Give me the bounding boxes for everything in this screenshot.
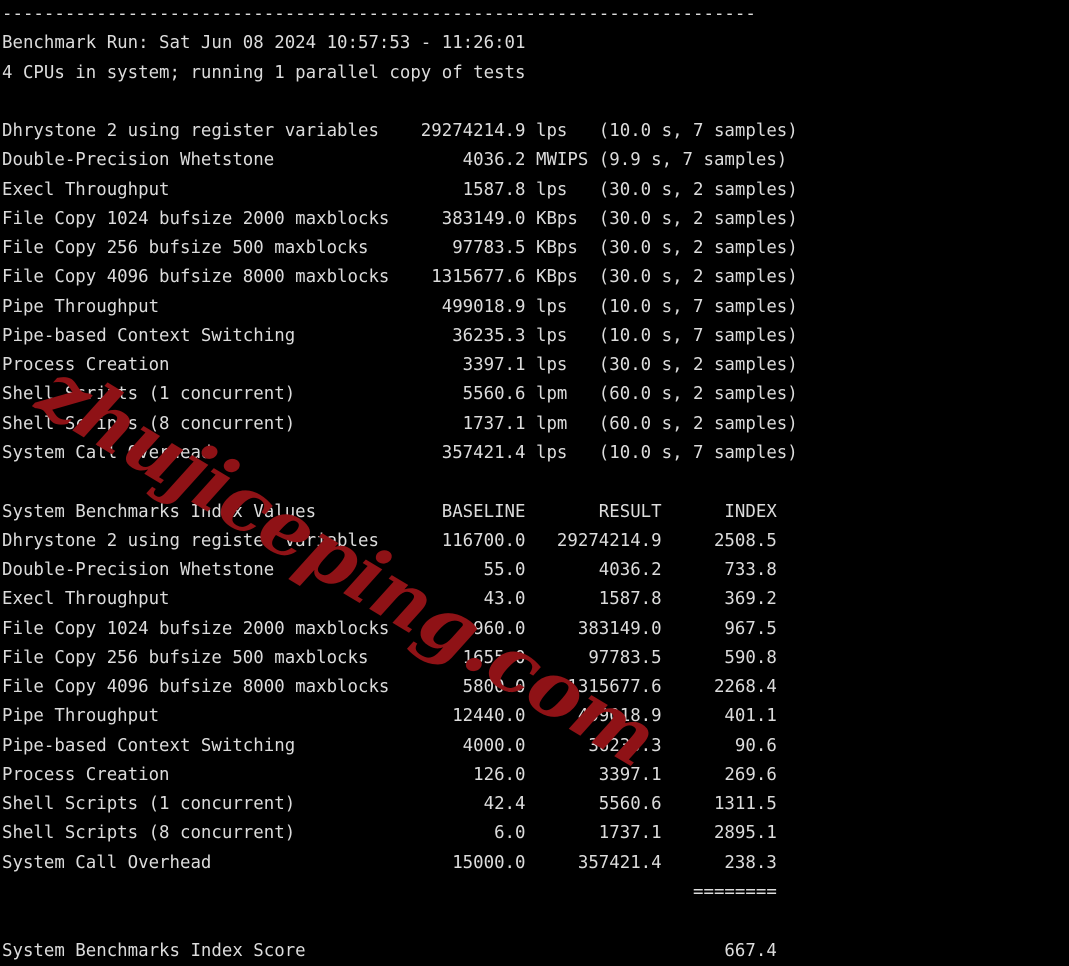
- index-table-row: Shell Scripts (1 concurrent) 42.4 5560.6…: [2, 794, 777, 815]
- index-rule-line: ========: [2, 881, 777, 902]
- index-table-row: Execl Throughput 43.0 1587.8 369.2: [2, 589, 777, 610]
- benchmark-run-line: Benchmark Run: Sat Jun 08 2024 10:57:53 …: [2, 33, 526, 54]
- raw-result-line: Pipe Throughput 499018.9 lps (10.0 s, 7 …: [2, 296, 798, 317]
- index-table-row: Dhrystone 2 using register variables 116…: [2, 530, 777, 551]
- index-table-row: File Copy 256 bufsize 500 maxblocks 1655…: [2, 647, 777, 668]
- raw-result-line: File Copy 4096 bufsize 8000 maxblocks 13…: [2, 267, 798, 288]
- raw-result-line: Process Creation 3397.1 lps (30.0 s, 2 s…: [2, 355, 798, 376]
- raw-result-line: System Call Overhead 357421.4 lps (10.0 …: [2, 442, 798, 463]
- raw-result-line: Shell Scripts (8 concurrent) 1737.1 lpm …: [2, 413, 798, 434]
- raw-result-line: Execl Throughput 1587.8 lps (30.0 s, 2 s…: [2, 179, 798, 200]
- raw-result-line: File Copy 256 bufsize 500 maxblocks 9778…: [2, 238, 798, 259]
- raw-result-line: Dhrystone 2 using register variables 292…: [2, 121, 798, 142]
- index-table-header: System Benchmarks Index Values BASELINE …: [2, 501, 777, 522]
- index-table-row: Process Creation 126.0 3397.1 269.6: [2, 764, 777, 785]
- index-table-row: Double-Precision Whetstone 55.0 4036.2 7…: [2, 560, 777, 581]
- index-table-row: System Call Overhead 15000.0 357421.4 23…: [2, 852, 777, 873]
- index-table-row: Pipe Throughput 12440.0 499018.9 401.1: [2, 706, 777, 727]
- raw-result-line: Shell Scripts (1 concurrent) 5560.6 lpm …: [2, 384, 798, 405]
- index-table-row: File Copy 4096 bufsize 8000 maxblocks 58…: [2, 677, 777, 698]
- index-table-row: Shell Scripts (8 concurrent) 6.0 1737.1 …: [2, 823, 777, 844]
- terminal-output: ----------------------------------------…: [0, 0, 1069, 961]
- raw-result-line: Double-Precision Whetstone 4036.2 MWIPS …: [2, 150, 788, 171]
- index-table-row: Pipe-based Context Switching 4000.0 3623…: [2, 735, 777, 756]
- raw-result-line: File Copy 1024 bufsize 2000 maxblocks 38…: [2, 208, 798, 229]
- index-table-row: File Copy 1024 bufsize 2000 maxblocks 39…: [2, 618, 777, 639]
- separator-line: ----------------------------------------…: [2, 4, 756, 24]
- cpu-count-line: 4 CPUs in system; running 1 parallel cop…: [2, 62, 526, 83]
- index-score-line: System Benchmarks Index Score 667.4: [2, 940, 777, 961]
- raw-result-line: Pipe-based Context Switching 36235.3 lps…: [2, 325, 798, 346]
